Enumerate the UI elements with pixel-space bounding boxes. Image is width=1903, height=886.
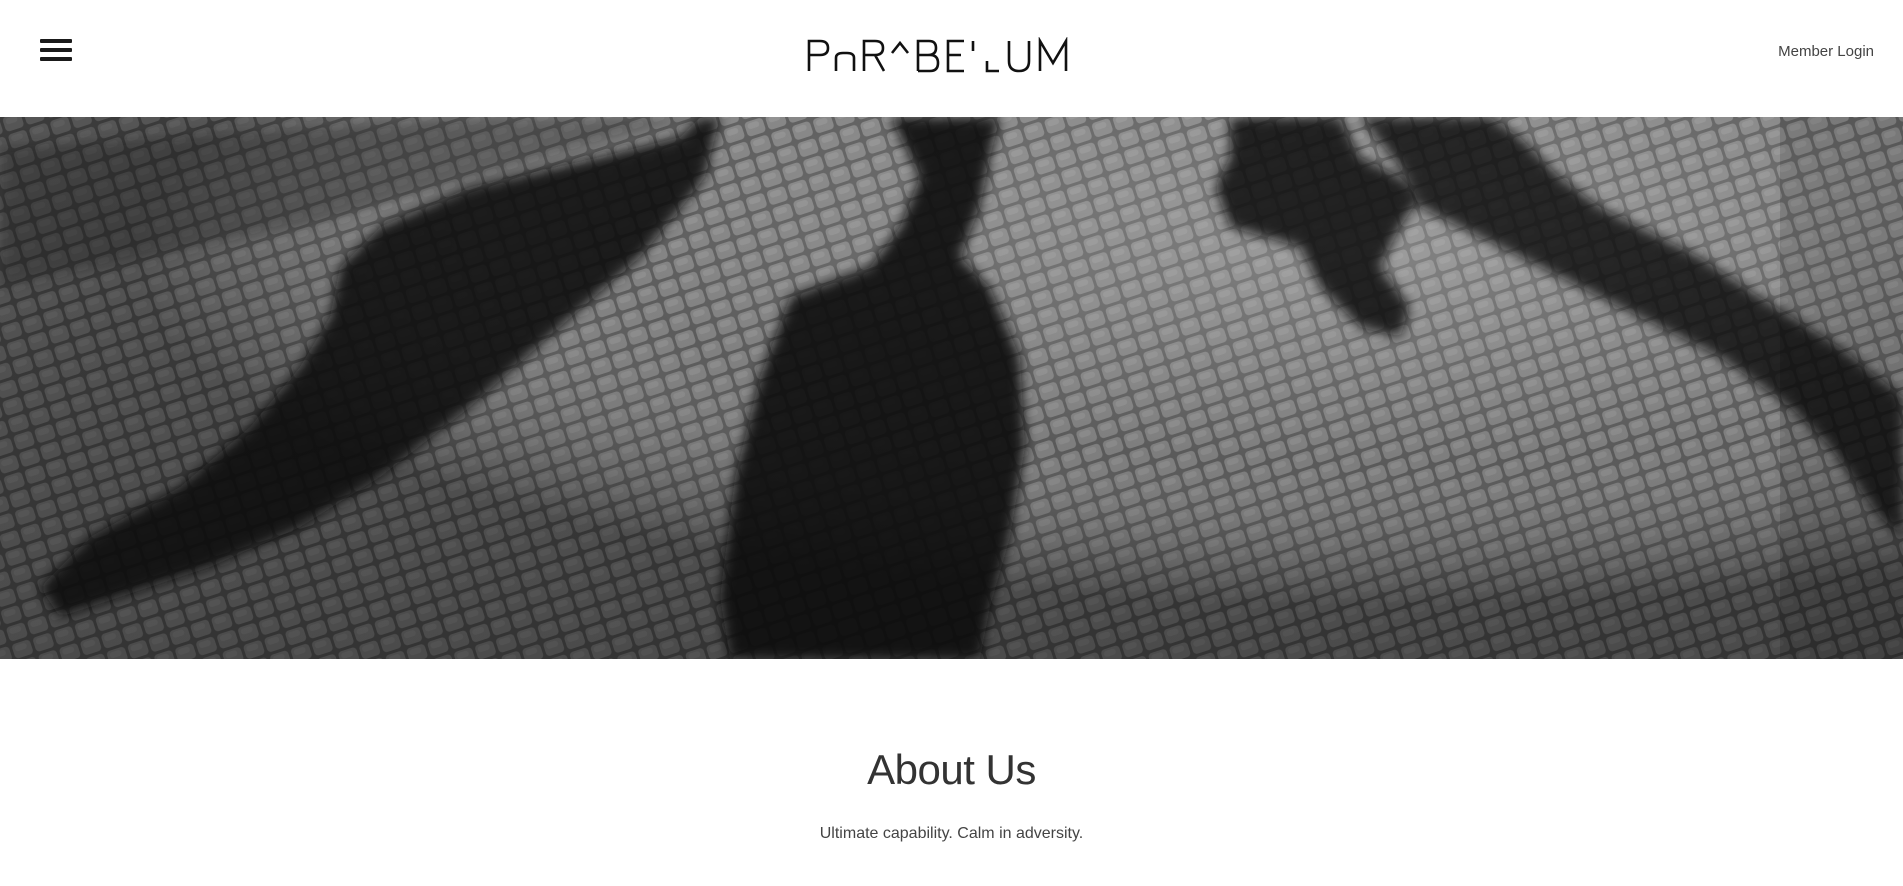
about-section: About Us Ultimate capability. Calm in ad… [0,659,1903,886]
hero-photo [0,117,1903,659]
member-login-link[interactable]: Member Login [1778,43,1874,60]
menu-bar [40,39,72,43]
menu-bar [40,57,72,61]
menu-bar [40,48,72,52]
about-title: About Us [867,746,1036,793]
hamburger-menu-icon[interactable] [38,36,74,64]
parabellum-wordmark-icon [807,36,1068,73]
brand-logo[interactable] [806,36,1096,77]
site-header: Member Login [0,0,1903,117]
hero-image [0,117,1903,659]
about-tagline: Ultimate capability. Calm in adversity. [819,825,1084,842]
